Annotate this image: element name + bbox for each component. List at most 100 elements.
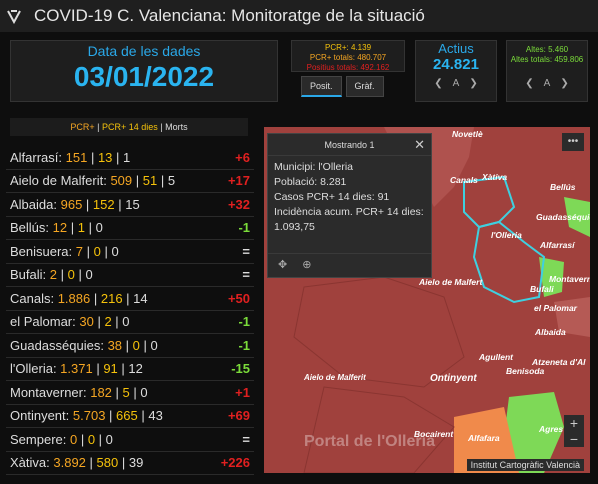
pcr-total: PCR+ totals: 480.707 — [309, 53, 387, 62]
list-item[interactable]: Benisuera: 7 | 0 | 0 = — [6, 240, 254, 264]
zoom-to-icon[interactable]: ⊕ — [302, 259, 311, 271]
pcr-value: 7 — [75, 243, 84, 259]
municipality-name: Ontinyent: 5.703 | 665 | 43 — [10, 408, 163, 424]
pan-icon[interactable]: ✥ — [278, 259, 287, 271]
map[interactable]: Novetlè Xàtiva Canals Bellús l'Olleria G… — [264, 127, 590, 473]
morts-value: 1 — [123, 149, 131, 165]
popup-incidencia: Incidència acum. PCR+ 14 dies: 1.093,75 — [274, 206, 424, 233]
pcr14-value: 665 — [116, 408, 138, 424]
map-label: Bellús — [550, 182, 576, 192]
altes-today: Altes: 5.460 — [525, 45, 569, 54]
delta-value: -15 — [231, 361, 250, 377]
next-icon[interactable]: ❯ — [560, 79, 568, 89]
list-item[interactable]: Ontinyent: 5.703 | 665 | 43 +69 — [6, 405, 254, 428]
pcr-today: PCR+: 4.139 — [324, 43, 372, 52]
pcr14-value: 0 — [93, 243, 101, 259]
pcr-value: 3.892 — [53, 455, 86, 471]
next-icon[interactable]: ❯ — [469, 78, 477, 89]
municipality-list: Alfarrasí: 151 | 13 | 1 +6 Aielo de Malfer… — [6, 146, 254, 475]
list-legend: PCR+ | PCR+ 14 dies | Morts — [10, 118, 248, 136]
zoom-in-icon[interactable]: + — [564, 415, 584, 431]
list-item[interactable]: Alfarrasí: 151 | 13 | 1 +6 — [6, 146, 254, 170]
pcr-value: 2 — [49, 267, 57, 283]
list-item[interactable]: Sempere: 0 | 0 | 0 = — [6, 428, 254, 452]
actius-label: Actius — [438, 41, 474, 56]
pcr14-value: 0 — [67, 267, 75, 283]
map-label: Bufali — [530, 284, 554, 294]
map-label: Guadasséquies — [536, 212, 590, 222]
name: Bellús — [10, 220, 46, 236]
name: Xàtiva — [10, 455, 47, 471]
name: Sempere — [10, 431, 63, 447]
pcr14-value: 5 — [122, 384, 130, 400]
morts-value: 15 — [125, 196, 140, 212]
popup-body: Municipi: l'Olleria Població: 8.281 Caso… — [268, 156, 431, 239]
pcr14-value: 51 — [142, 173, 158, 189]
name: el Palomar — [10, 314, 73, 330]
pcr-value: 965 — [60, 196, 83, 212]
delta-value: +50 — [227, 290, 250, 306]
map-label: Aielo de Malferit — [304, 373, 366, 382]
pcr14-value: 0 — [87, 431, 96, 447]
municipality-name: Bellús: 12 | 1 | 0 — [10, 220, 103, 236]
delta-value: -1 — [238, 314, 250, 330]
delta-value: = — [242, 267, 250, 283]
map-label: Albaida — [535, 327, 566, 337]
tab-posit[interactable]: Posit. — [301, 76, 342, 97]
list-item[interactable]: Albaida: 965 | 152 | 15 +32 — [6, 193, 254, 217]
list-item[interactable]: Canals: 1.886 | 216 | 14 +50 — [6, 287, 254, 311]
list-item[interactable]: Aielo de Malferit: 509 | 51 | 5 +17 — [6, 170, 254, 193]
map-label: Canals — [450, 175, 478, 185]
delta-value: +69 — [227, 408, 250, 424]
tab-graf[interactable]: Gràf. — [345, 76, 384, 97]
pcr-value: 509 — [110, 173, 133, 189]
list-item[interactable]: Xàtiva: 3.892 | 580 | 39 +226 — [6, 452, 254, 475]
prev-icon[interactable]: ❮ — [525, 79, 533, 89]
pcr14-value: 1 — [77, 220, 85, 236]
map-label: Benisoda — [506, 366, 545, 376]
pcr-value: 30 — [79, 314, 94, 330]
map-label: Aielo de Malfert — [419, 277, 483, 287]
legend-pcr: PCR+ — [70, 122, 95, 132]
delta-value: = — [242, 243, 250, 259]
delta-value: +32 — [227, 196, 250, 212]
list-item[interactable]: Bellús: 12 | 1 | 0 -1 — [6, 217, 254, 240]
page-title: COVID-19 C. Valenciana: Monitoratge de l… — [34, 6, 425, 25]
municipality-name: Aielo de Malferit: 509 | 51 | 5 — [10, 173, 176, 189]
close-icon[interactable]: ✕ — [414, 134, 425, 156]
list-item[interactable]: Montaverner: 182 | 5 | 0 +1 — [6, 381, 254, 405]
municipality-name: Albaida: 965 | 152 | 15 — [10, 196, 140, 212]
name: Benisuera — [10, 243, 69, 259]
list-item[interactable]: Bufali: 2 | 0 | 0 = — [6, 264, 254, 287]
morts-value: 43 — [148, 408, 163, 424]
list-item[interactable]: l'Olleria: 1.371 | 91 | 12 -15 — [6, 358, 254, 381]
pcr-value: 1.371 — [60, 361, 93, 377]
municipality-name: l'Olleria: 1.371 | 91 | 12 — [10, 361, 143, 377]
map-label: Agullent — [479, 352, 513, 362]
pcr-value: 38 — [107, 337, 123, 353]
map-label: Ontinyent — [430, 373, 477, 384]
list-item[interactable]: el Palomar: 30 | 2 | 0 -1 — [6, 311, 254, 334]
popup-title: Mostrando 1 — [324, 140, 375, 150]
municipality-name: Canals: 1.886 | 216 | 14 — [10, 290, 148, 306]
popup-header: Mostrando 1 ✕ — [268, 134, 431, 156]
delta-value: +226 — [220, 455, 250, 471]
delta-value: +17 — [227, 173, 250, 189]
municipality-name: Alfarrasí: 151 | 13 | 1 — [10, 149, 131, 165]
municipality-name: Montaverner: 182 | 5 | 0 — [10, 384, 148, 400]
pcr14-value: 91 — [103, 361, 118, 377]
pcr14-value: 152 — [92, 196, 115, 212]
date-label: Data de les dades — [87, 43, 201, 59]
municipality-name: Sempere: 0 | 0 | 0 — [10, 431, 113, 447]
morts-value: 0 — [140, 384, 148, 400]
delta-value: -1 — [238, 337, 250, 353]
zoom-out-icon[interactable]: − — [564, 431, 584, 447]
list-item[interactable]: Guadasséquies: 38 | 0 | 0 -1 — [6, 334, 254, 358]
popup-poblacio: Població: 8.281 — [274, 176, 347, 188]
more-options-icon[interactable]: ••• — [562, 133, 584, 151]
prev-icon[interactable]: ❮ — [434, 78, 442, 89]
nav-label: A — [452, 78, 460, 89]
zoom-controls: + − — [564, 415, 584, 447]
name: Canals — [10, 290, 51, 306]
altes-panel: Altes: 5.460 Altes totals: 459.806 ❮ A ❯ — [506, 40, 588, 102]
